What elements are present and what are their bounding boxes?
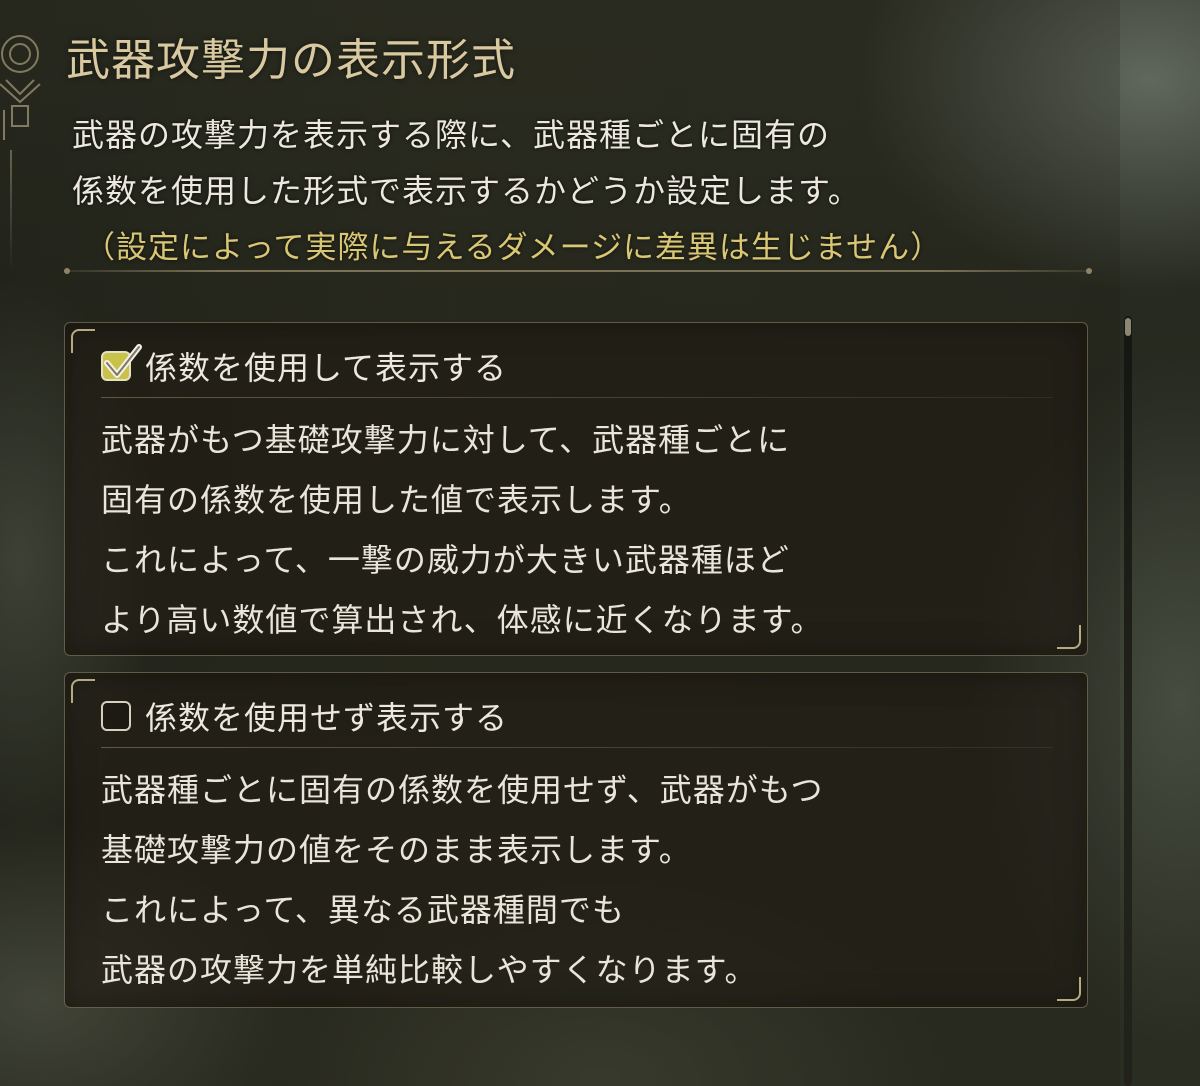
option-label: 係数を使用して表示する [145, 349, 508, 387]
divider-dot [64, 268, 70, 274]
option-description-line: 武器がもつ基礎攻撃力に対して、武器種ごとに [101, 421, 791, 459]
option-description-line: 固有の係数を使用した値で表示します。 [101, 481, 692, 519]
page-title: 武器攻撃力の表示形式 [66, 35, 516, 86]
divider-dot [1086, 268, 1092, 274]
option-header[interactable]: 係数を使用して表示する [101, 343, 507, 389]
left-rail [10, 150, 12, 270]
checkbox-checked[interactable] [101, 344, 142, 381]
checkbox-unchecked[interactable] [101, 701, 131, 731]
frame-corner-ornament [1057, 625, 1081, 649]
option-description-line: より高い数値で算出され、体感に近くなります。 [101, 601, 824, 639]
frame-corner-ornament [71, 679, 95, 703]
option-description-line: これによって、異なる武器種間でも [101, 891, 625, 929]
description-line-1: 武器の攻撃力を表示する際に、武器種ごとに固有の [72, 116, 831, 154]
description-line-2: 係数を使用した形式で表示するかどうか設定します。 [72, 172, 861, 210]
header-divider [64, 268, 1092, 274]
checkmark-icon [104, 344, 142, 378]
option-label: 係数を使用せず表示する [145, 699, 509, 737]
option-separator [101, 397, 1053, 398]
frame-corner-ornament [71, 329, 95, 353]
frame-corner-ornament [1057, 977, 1081, 1001]
option-header[interactable]: 係数を使用せず表示する [101, 693, 508, 739]
scrollbar-thumb[interactable] [1125, 318, 1131, 336]
option-use-coefficient[interactable]: 係数を使用して表示する 武器がもつ基礎攻撃力に対して、武器種ごとに 固有の係数を… [64, 322, 1088, 656]
ornament-emblem-icon [0, 35, 41, 140]
option-separator [101, 747, 1053, 748]
scrollbar-track[interactable] [1124, 316, 1132, 1086]
damage-note: （設定によって実際に与えるダメージに差異は生じません） [84, 230, 943, 266]
option-description-line: 武器の攻撃力を単純比較しやすくなります。 [101, 951, 758, 989]
option-no-coefficient[interactable]: 係数を使用せず表示する 武器種ごとに固有の係数を使用せず、武器がもつ 基礎攻撃力… [64, 672, 1088, 1008]
option-description-line: これによって、一撃の威力が大きい武器種ほど [101, 541, 790, 579]
option-description-line: 基礎攻撃力の値をそのまま表示します。 [101, 831, 692, 869]
option-description-line: 武器種ごとに固有の係数を使用せず、武器がもつ [101, 771, 824, 809]
